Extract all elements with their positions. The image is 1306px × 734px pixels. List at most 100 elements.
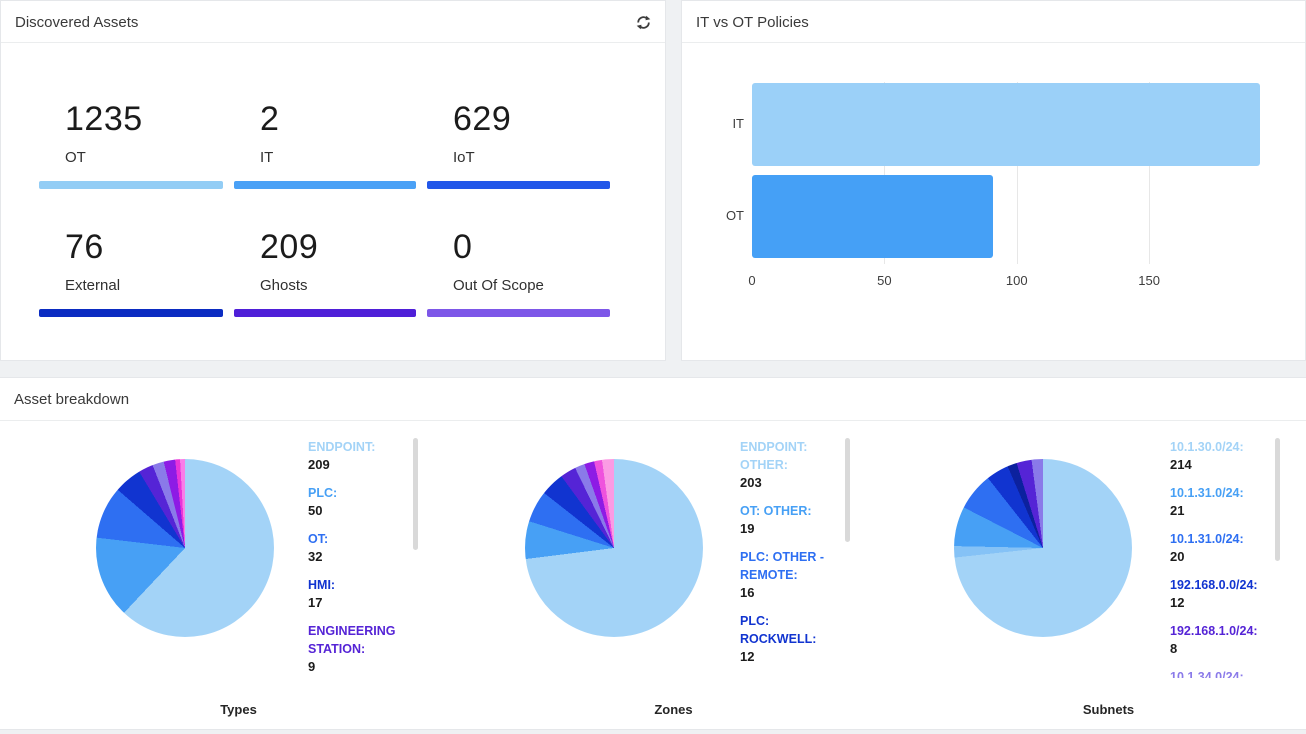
- y-axis-category-label: OT: [704, 208, 744, 223]
- y-axis-category-label: IT: [704, 116, 744, 131]
- policies-card: IT vs OT Policies 050100150ITOT: [681, 0, 1306, 361]
- stat-label: Ghosts: [234, 277, 416, 295]
- pie-panels: ENDPOINT:209PLC:50OT:32HMI:17ENGINEERING…: [0, 421, 1306, 731]
- pie-panel: ENDPOINT: OTHER:203 OT: OTHER:19 PLC: OTHE…: [435, 421, 870, 731]
- stat-value: 1235: [39, 101, 223, 137]
- legend-label: ENDPOINT: OTHER:: [740, 438, 840, 474]
- legend-item: OT:32: [308, 530, 408, 566]
- asset-stat: 629IoT: [427, 101, 610, 189]
- pie-legend-wrap: ENDPOINT:209 PLC:50 OT:32 HMI:17 ENGINEERING…: [308, 438, 408, 678]
- legend-label: HMI:: [308, 576, 408, 594]
- pie-legend-wrap: ENDPOINT: OTHER:203 OT: OTHER:19 PLC: OTHE…: [740, 438, 840, 678]
- pie-caption: Subnets: [870, 702, 1305, 717]
- legend-value: 12: [1170, 594, 1270, 612]
- asset-stat: 1235 OT: [39, 101, 223, 189]
- legend-label: OT: OTHER:: [740, 502, 840, 520]
- legend-item: ENGINEERING STATION:9: [308, 622, 408, 676]
- pie-panel: 10.1.30.0/24:21410.1.31.0/24:2110.1.31.0…: [870, 421, 1305, 731]
- stat-color-bar: [427, 309, 610, 317]
- legend-value: 17: [308, 594, 408, 612]
- legend-item: 10.1.34.0/24:: [1170, 668, 1270, 678]
- legend-label: ENDPOINT:: [308, 438, 408, 456]
- stat-label: OT: [39, 149, 223, 167]
- legend-value: 203: [740, 474, 840, 492]
- stat-color-bar: [234, 181, 416, 189]
- refresh-button[interactable]: [634, 14, 652, 32]
- refresh-icon: [635, 14, 652, 31]
- pie-panel: ENDPOINT:209 PLC:50 OT:32 HMI:17 ENGINEERING…: [0, 421, 435, 731]
- legend-value: 12: [740, 648, 840, 666]
- policies-title: IT vs OT Policies: [696, 14, 809, 31]
- stat-color-bar: [234, 309, 416, 317]
- legend-value: 20: [1170, 548, 1270, 566]
- stat-color-bar: [427, 181, 610, 189]
- pie-legend: ENDPOINT: OTHER:203 OT: OTHER:19 PLC: OTHE…: [740, 438, 840, 678]
- stat-label: External: [39, 277, 223, 295]
- stat-color-bar: [39, 309, 223, 317]
- legend-item: HMI: S7:: [740, 676, 840, 678]
- dashboard: Discovered Assets 1235OT2IT629IoT76Exter…: [0, 0, 1306, 734]
- legend-label: PLC:: [308, 484, 408, 502]
- legend-label: 10.1.31.0/24:: [1170, 484, 1270, 502]
- stat-label: IoT: [427, 149, 610, 167]
- legend-value: 50: [308, 502, 408, 520]
- stat-value: 0: [427, 229, 610, 265]
- stat-color-bar: [39, 181, 223, 189]
- legend-item: PLC: OTHER - REMOTE:16: [740, 548, 840, 602]
- legend-value: 8: [1170, 640, 1270, 658]
- pie-chart-zones[interactable]: [525, 459, 703, 637]
- legend-value: 209: [308, 456, 408, 474]
- legend-item: ENDPOINT: OTHER:203: [740, 438, 840, 492]
- legend-value: 214: [1170, 456, 1270, 474]
- legend-item: 192.168.1.0/24:8: [1170, 622, 1270, 658]
- legend-value: 21: [1170, 502, 1270, 520]
- pie-chart-types[interactable]: [96, 459, 274, 637]
- legend-label: 10.1.34.0/24:: [1170, 668, 1270, 678]
- x-axis-tick-label: 150: [1138, 273, 1160, 288]
- asset-breakdown-section: Asset breakdown ENDPOINT:209PLC:50OT:32H…: [0, 377, 1306, 730]
- asset-breakdown-title: Asset breakdown: [14, 391, 129, 408]
- legend-item: 10.1.30.0/24:214: [1170, 438, 1270, 474]
- discovered-assets-header: Discovered Assets: [1, 1, 665, 43]
- legend-item: 10.1.31.0/24:21: [1170, 484, 1270, 520]
- pie-chart-subnets[interactable]: [954, 459, 1132, 637]
- legend-label: ENGINEERING STATION:: [308, 622, 408, 658]
- legend-scrollbar-thumb[interactable]: [845, 438, 850, 542]
- pie-legend: ENDPOINT:209 PLC:50 OT:32 HMI:17 ENGINEERING…: [308, 438, 408, 678]
- legend-item: 192.168.0.0/24:12: [1170, 576, 1270, 612]
- legend-scrollbar-thumb[interactable]: [1275, 438, 1280, 561]
- asset-breakdown-header: Asset breakdown: [0, 378, 1306, 421]
- legend-scrollbar-thumb[interactable]: [413, 438, 418, 550]
- x-axis-tick-label: 50: [877, 273, 891, 288]
- discovered-assets-card: Discovered Assets 1235 OT 2IT629IoT 76Exter…: [0, 0, 666, 361]
- legend-value: 19: [740, 520, 840, 538]
- x-axis-tick-label: 0: [748, 273, 755, 288]
- legend-item: PLC:50: [308, 484, 408, 520]
- policies-bar-chart: 050100150ITOT: [752, 82, 1263, 264]
- asset-stat: 0 Out Of Scope: [427, 229, 610, 317]
- asset-stat: 76External: [39, 229, 223, 317]
- legend-label: PLC: OTHER - REMOTE:: [740, 548, 840, 584]
- legend-item: PLC: ROCKWELL:12: [740, 612, 840, 666]
- legend-label: 192.168.1.0/24:: [1170, 622, 1270, 640]
- policy-bar[interactable]: [752, 83, 1260, 166]
- legend-item: HMI:17: [308, 576, 408, 612]
- legend-item: OT: OTHER:19: [740, 502, 840, 538]
- asset-stat: 209 Ghosts: [234, 229, 416, 317]
- legend-item: 10.1.31.0/24:20: [1170, 530, 1270, 566]
- legend-label: 10.1.31.0/24:: [1170, 530, 1270, 548]
- legend-value: 9: [308, 658, 408, 676]
- stat-value: 209: [234, 229, 416, 265]
- legend-value: 16: [740, 584, 840, 602]
- legend-label: OT:: [308, 530, 408, 548]
- legend-label: PLC: ROCKWELL:: [740, 612, 840, 648]
- pie-legend: 10.1.30.0/24:21410.1.31.0/24:2110.1.31.0…: [1170, 438, 1270, 678]
- stat-value: 2: [234, 101, 416, 137]
- discovered-assets-title: Discovered Assets: [15, 14, 138, 31]
- pie-caption: Types: [0, 702, 435, 717]
- legend-label: 10.1.30.0/24:: [1170, 438, 1270, 456]
- asset-stat: 2IT: [234, 101, 416, 189]
- policy-bar[interactable]: [752, 175, 993, 258]
- assets-stats-grid: 1235 OT 2IT629IoT 76External 209 Ghosts 0 Out O…: [39, 101, 610, 317]
- stat-label: Out Of Scope: [427, 277, 610, 295]
